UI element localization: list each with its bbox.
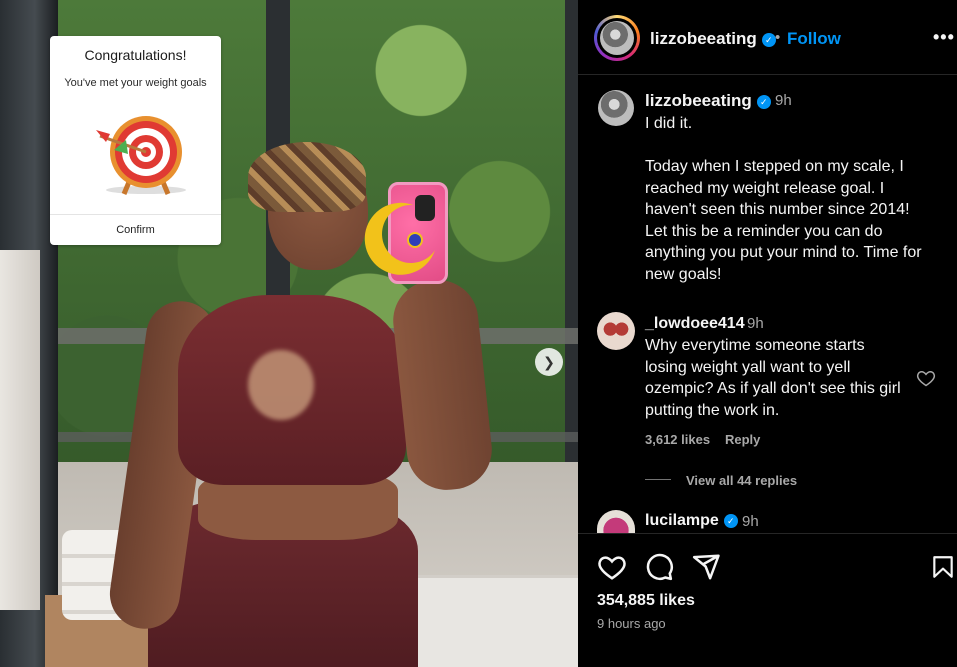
moon-gem (407, 232, 423, 248)
share-icon[interactable] (691, 552, 721, 582)
author-username-text[interactable]: lizzobeeating (650, 29, 757, 48)
view-replies-button[interactable]: View all 44 replies (686, 473, 797, 488)
like-count[interactable]: 354,885 likes (597, 592, 695, 610)
window-frame (565, 0, 578, 470)
separator-dot: • (775, 29, 781, 46)
story-ring[interactable] (594, 15, 640, 61)
caption-avatar[interactable] (598, 90, 634, 126)
blur-censor (248, 350, 314, 420)
caption-time[interactable]: 9h (775, 92, 792, 109)
card-subtitle: You've met your weight goals (64, 77, 207, 89)
congratulations-card: Congratulations! You've met your weight … (50, 36, 221, 245)
hanging-towel (0, 250, 40, 610)
comment-avatar[interactable] (597, 312, 635, 350)
verified-badge-icon: ✓ (723, 514, 738, 528)
comment-likes[interactable]: 3,612 likes (645, 432, 710, 447)
verified-badge-icon: ✓ (761, 33, 776, 47)
person-headwrap (248, 142, 366, 212)
comment-text: Why everytime someone starts losing weig… (645, 337, 901, 419)
avatar (600, 21, 634, 55)
comment-username-text[interactable]: lucilampe (645, 512, 719, 529)
verified-badge-icon: ✓ (756, 95, 771, 109)
heart-icon[interactable] (597, 552, 627, 582)
comment-time[interactable]: 9h (742, 513, 759, 530)
follow-button[interactable]: Follow (787, 29, 841, 49)
bookmark-icon[interactable] (930, 552, 956, 582)
target-icon (96, 116, 186, 195)
post-timestamp: 9 hours ago (597, 616, 666, 631)
confirm-button[interactable]: Confirm (50, 224, 221, 236)
comment-heart-icon[interactable] (916, 368, 936, 388)
bathtub (400, 575, 578, 667)
caption-username[interactable]: lizzobeeating ✓ (645, 91, 771, 111)
replies-divider (645, 479, 671, 480)
comment-username[interactable]: _lowdoee414 (645, 315, 745, 333)
chevron-right-icon[interactable]: ❯ (535, 348, 563, 376)
card-title: Congratulations! (84, 47, 187, 63)
comment-avatar[interactable] (597, 510, 635, 534)
comment-time[interactable]: 9h (747, 315, 764, 332)
card-divider (50, 214, 221, 215)
post-side-panel: lizzobeeating ✓ • Follow ••• lizzobeeatin… (578, 0, 957, 667)
more-options-icon[interactable]: ••• (933, 27, 955, 48)
post-media[interactable]: ❯ Congratulations! You've met your weigh… (0, 0, 578, 667)
author-username[interactable]: lizzobeeating ✓ (650, 29, 776, 49)
comment-icon[interactable] (644, 552, 674, 582)
caption-username-text[interactable]: lizzobeeating (645, 91, 752, 110)
caption-text: I did it. Today when I stepped on my sca… (645, 115, 922, 283)
reply-button[interactable]: Reply (725, 432, 760, 447)
post-actions: 354,885 likes 9 hours ago (578, 533, 957, 667)
avatar-frame (597, 18, 637, 58)
post-header: lizzobeeating ✓ • Follow ••• (578, 0, 957, 75)
comment-username[interactable]: lucilampe ✓ (645, 512, 738, 530)
